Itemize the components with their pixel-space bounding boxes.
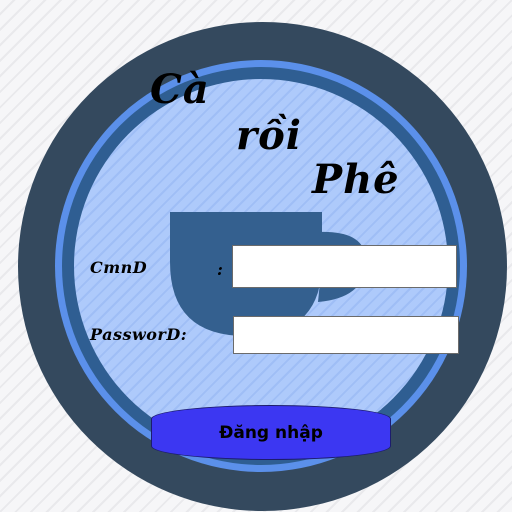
cmnd-input[interactable] [232,245,457,288]
password-input[interactable] [233,316,459,354]
title-line-roi: rồi [236,112,302,159]
title-line-ca: Cà [150,66,210,113]
password-label: PassworD: [90,325,188,344]
cmnd-colon: : [217,260,224,279]
cmnd-label: CmnD [90,258,148,277]
title-line-phe: Phê [312,156,400,203]
login-button[interactable]: Đăng nhập [151,405,391,460]
